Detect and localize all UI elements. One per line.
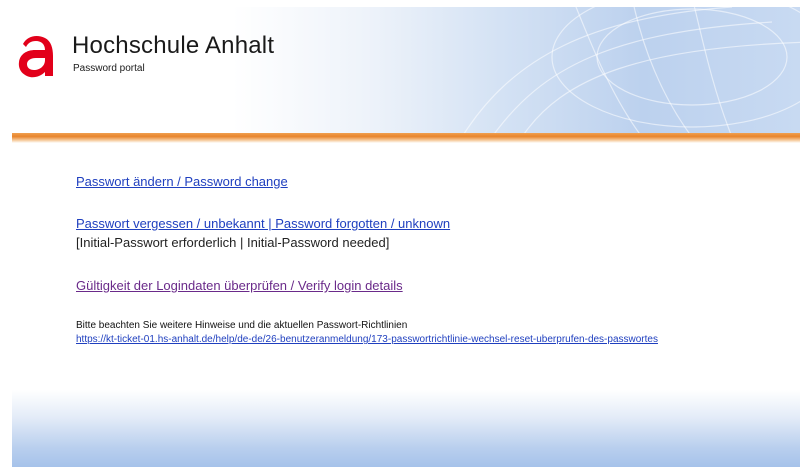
- verify-login-link[interactable]: Gültigkeit der Logindaten überprüfen / V…: [76, 278, 403, 293]
- header-decoration: [463, 7, 800, 133]
- password-portal-page: Hochschule Anhalt Password portal Passwo…: [0, 0, 800, 467]
- hochschule-anhalt-logo-icon: [18, 36, 53, 78]
- password-forgotten-link[interactable]: Passwort vergessen / unbekannt | Passwor…: [76, 216, 450, 231]
- page-subtitle: Password portal: [73, 63, 145, 74]
- password-policy-hint: Bitte beachten Sie weitere Hinweise und …: [76, 320, 408, 331]
- password-policy-link[interactable]: https://kt-ticket-01.hs-anhalt.de/help/d…: [76, 334, 658, 345]
- header-banner: Hochschule Anhalt Password portal: [12, 7, 800, 133]
- header-divider: [12, 133, 800, 143]
- page-title: Hochschule Anhalt: [72, 32, 275, 59]
- initial-password-note: [Initial-Passwort erforderlich | Initial…: [76, 235, 390, 250]
- footer-banner: [12, 390, 800, 467]
- password-change-link[interactable]: Passwort ändern / Password change: [76, 174, 288, 189]
